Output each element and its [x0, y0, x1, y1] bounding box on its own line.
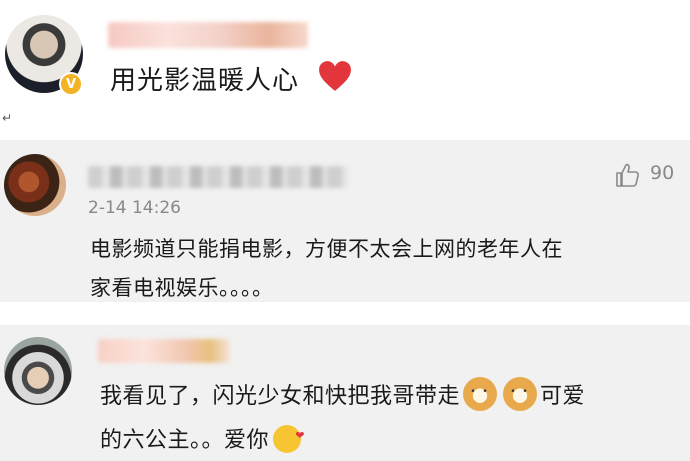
doge-emoji-icon: [503, 377, 538, 411]
comment-text-part: 的六公主。。爱你: [100, 428, 270, 453]
commenter-avatar[interactable]: [4, 337, 72, 405]
comment-timestamp: 2-14 14:26: [88, 198, 181, 218]
red-heart-icon: [319, 61, 351, 91]
comment-text-part: 可爱: [540, 384, 586, 409]
comment-card: 2-14 14:26 90 电影频道只能捐电影，方便不太会上网的老年人在 家看电…: [0, 140, 690, 302]
comment-text-line: 的六公主。。爱你: [100, 422, 305, 454]
commenter-avatar[interactable]: [4, 154, 66, 216]
commenter-name-blurred[interactable]: [88, 166, 348, 188]
comment-text-line: 电影频道只能捐电影，方便不太会上网的老年人在: [90, 237, 563, 261]
doge-emoji-icon: [463, 377, 498, 411]
kiss-emoji-icon: [273, 425, 305, 453]
weibo-post: V 用光影温暖人心: [0, 0, 690, 112]
thumbs-up-icon[interactable]: [614, 162, 640, 188]
poster-name-blurred[interactable]: [108, 22, 308, 48]
comment-text-line: 家看电视娱乐。。。。: [90, 276, 274, 300]
commenter-name-blurred[interactable]: [98, 339, 230, 363]
verified-badge-icon: V: [59, 72, 83, 96]
post-text: 用光影温暖人心: [110, 66, 300, 96]
comment-text-line: 我看见了，闪光少女和快把我哥带走 可爱: [100, 377, 585, 411]
return-mark: ↵: [2, 111, 13, 125]
comment-card: 我看见了，闪光少女和快把我哥带走 可爱 的六公主。。爱你: [0, 325, 690, 461]
like-count: 90: [650, 162, 675, 184]
comment-text-part: 我看见了，闪光少女和快把我哥带走: [100, 384, 461, 409]
